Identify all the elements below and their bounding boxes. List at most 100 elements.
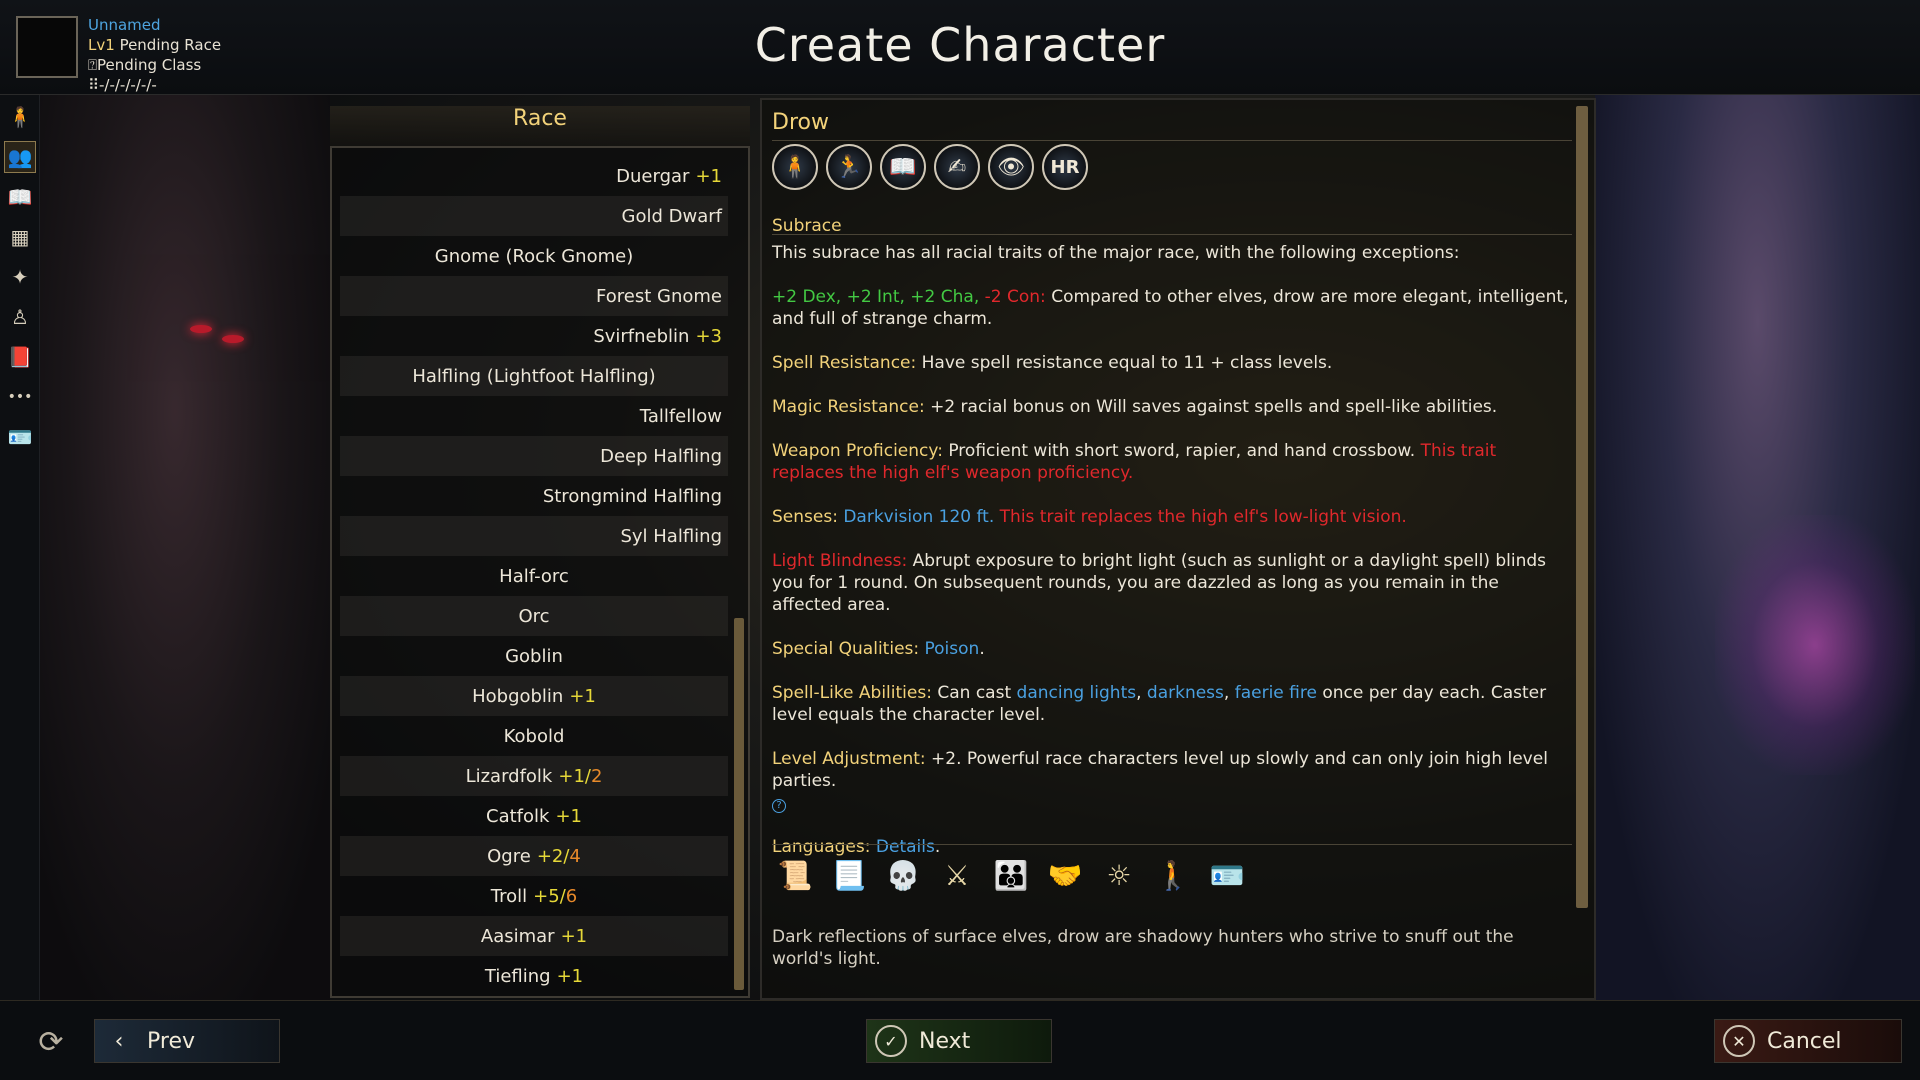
radiant-figure-icon[interactable]: ☼ (1096, 852, 1142, 898)
close-icon: ✕ (1723, 1025, 1755, 1057)
race-icon[interactable]: 👥 (4, 141, 36, 173)
running-speed-icon[interactable]: 🏃 (826, 144, 872, 190)
hand-scroll-icon[interactable]: ✍ (934, 144, 980, 190)
race-list-item[interactable]: Duergar +1 (340, 156, 728, 196)
detail-scrollbar[interactable] (1576, 106, 1588, 908)
race-list-item[interactable]: Gnome (Rock Gnome) (340, 236, 728, 276)
portrait-card-icon[interactable]: 🪪 (4, 421, 36, 453)
race-list-item[interactable]: Halfling (Lightfoot Halfling) (340, 356, 728, 396)
race-list-item[interactable]: Half-orc (340, 556, 728, 596)
help-icon[interactable]: ? (772, 799, 786, 813)
race-name: Tiefling (484, 965, 551, 987)
page-title: Create Character (754, 18, 1166, 72)
poison-link[interactable]: Poison (925, 639, 980, 659)
race-list-item[interactable]: Hobgoblin +1 (340, 676, 728, 716)
race-list-item[interactable]: Aasimar +1 (340, 916, 728, 956)
crowd-icon[interactable]: 👪 (988, 852, 1034, 898)
divider (772, 844, 1572, 845)
right-character-artwork (1595, 95, 1920, 1000)
magic-glow (1715, 515, 1915, 775)
trait-label: Spell-Like Abilities: (772, 683, 932, 703)
level-adjustment-badge: +2/ (536, 845, 570, 867)
cancel-button[interactable]: ✕ Cancel (1714, 1019, 1902, 1063)
figure-icon[interactable]: ♙ (4, 301, 36, 333)
race-name: Halfling (Lightfoot Halfling) (412, 365, 656, 387)
race-name: Deep Halfling (600, 445, 722, 467)
refresh-icon[interactable]: ⟳ (32, 1023, 70, 1061)
race-list-item[interactable]: Goblin (340, 636, 728, 676)
race-list[interactable]: Duergar +1 Gold Dwarf Gnome (Rock Gnome) For… (330, 146, 750, 998)
race-list-item[interactable]: Deep Halfling (340, 436, 728, 476)
parchment-icon[interactable]: 📃 (826, 852, 872, 898)
race-list-item[interactable]: Forest Gnome (340, 276, 728, 316)
divider (772, 140, 1572, 141)
more-icon[interactable]: ••• (4, 381, 36, 413)
race-list-item[interactable]: Strongmind Halfling (340, 476, 728, 516)
level-adjustment-badge: +1 (569, 685, 596, 707)
class-icon: ⍰ (88, 56, 98, 74)
skeleton-heart-icon[interactable]: 💀 (880, 852, 926, 898)
trait-text: +2 racial bonus on Will saves against sp… (930, 397, 1498, 417)
race-list-item[interactable]: Kobold (340, 716, 728, 756)
ability-modifiers: +2 Dex, +2 Int, +2 Cha, -2 Con: Compared… (772, 286, 1572, 330)
replacement-note: This trait replaces the high elf's low-l… (999, 507, 1407, 527)
race-name: Strongmind Halfling (542, 485, 722, 507)
race-name: Half-orc (499, 565, 569, 587)
faerie-fire-link[interactable]: faerie fire (1235, 683, 1317, 703)
explorer-icon[interactable]: 🚶 (1150, 852, 1196, 898)
character-class: ⍰Pending Class (88, 56, 201, 74)
hr-badge-icon[interactable]: HR (1042, 144, 1088, 190)
person-icon[interactable]: 🧍 (4, 101, 36, 133)
scroll-icon[interactable]: 📜 (772, 852, 818, 898)
next-label: Next (919, 1028, 971, 1054)
grid-icon[interactable]: ▦ (4, 221, 36, 253)
level-adjustment-badge: +1 (560, 925, 588, 947)
race-list-item[interactable]: Tallfellow (340, 396, 728, 436)
race-list-item[interactable]: Ogre +2/4 (340, 836, 728, 876)
next-button[interactable]: ✓ Next (866, 1019, 1052, 1063)
character-name: Unnamed (88, 16, 161, 34)
darkvision-link[interactable]: Darkvision 120 ft. (843, 507, 994, 527)
race-list-item[interactable]: Lizardfolk +1/2 (340, 756, 728, 796)
prev-button[interactable]: ‹ Prev (94, 1019, 280, 1063)
level-adjustment-group: +1/2 (558, 766, 602, 787)
weapon-proficiency: Weapon Proficiency: Proficient with shor… (772, 440, 1572, 484)
race-name: Duergar (616, 165, 690, 187)
id-card-icon[interactable]: 🪪 (1204, 852, 1250, 898)
dancing-lights-link[interactable]: dancing lights (1017, 683, 1137, 703)
check-icon: ✓ (875, 1025, 907, 1057)
trait-label: Weapon Proficiency: (772, 441, 943, 461)
race-list-item[interactable]: Syl Halfling (340, 516, 728, 556)
level-adjustment-badge: +5/ (533, 885, 566, 907)
trait-label: Spell Resistance: (772, 353, 917, 373)
race-list-item[interactable]: Tiefling +1 (340, 956, 728, 996)
left-character-artwork (40, 95, 340, 1000)
humanoid-icon[interactable]: 🧍 (772, 144, 818, 190)
race-list-item[interactable]: Svirfneblin +3 (340, 316, 728, 356)
book-icon[interactable]: 📖 (4, 181, 36, 213)
tome-icon[interactable]: 📕 (4, 341, 36, 373)
red-eye-glow (190, 325, 212, 333)
race-list-scrollbar[interactable] (734, 618, 744, 990)
race-name: Tallfellow (639, 405, 722, 427)
eye-icon[interactable]: 👁 (988, 144, 1034, 190)
crossed-swords-icon[interactable]: ⚔ (934, 852, 980, 898)
darkness-link[interactable]: darkness (1147, 683, 1224, 703)
race-list-item[interactable]: Troll +5/6 (340, 876, 728, 916)
race-list-item[interactable]: Catfolk +1 (340, 796, 728, 836)
level-label: Lv1 (88, 36, 115, 54)
spell-resistance: Spell Resistance: Have spell resistance … (772, 352, 1572, 374)
abilities-icon[interactable]: ✦ (4, 261, 36, 293)
race-panel: Race Duergar +1 Gold Dwarf Gnome (Rock Gnom… (330, 100, 750, 1000)
race-name: Ogre (487, 845, 531, 867)
handshake-icon[interactable]: 🤝 (1042, 852, 1088, 898)
character-portrait[interactable] (16, 16, 78, 78)
punctuation: . (979, 639, 985, 659)
punctuation: , (1223, 683, 1230, 703)
divider (772, 234, 1572, 235)
level-adjustment-badge: +1 (556, 965, 584, 987)
race-list-item[interactable]: Gold Dwarf (340, 196, 728, 236)
open-book-icon[interactable]: 📖 (880, 144, 926, 190)
race-list-item[interactable]: Orc (340, 596, 728, 636)
race-name: Lizardfolk (465, 765, 553, 787)
